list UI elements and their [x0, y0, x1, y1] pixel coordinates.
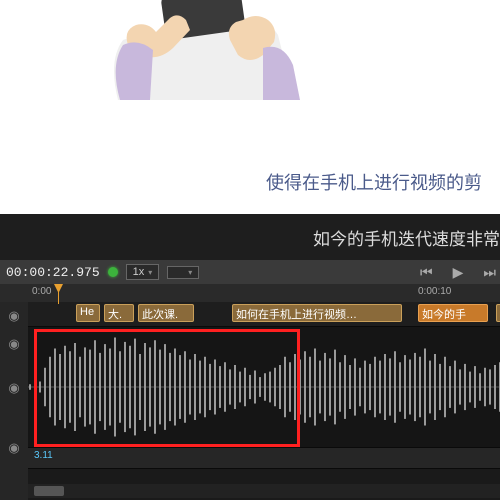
- audio-waveform[interactable]: [28, 327, 500, 447]
- ruler-tick: 0:00:10: [418, 286, 451, 297]
- marker-label: 3.11: [34, 450, 53, 461]
- subtitle-clip[interactable]: He: [76, 304, 100, 322]
- preview-panel: 使得在手机上进行视频的剪: [0, 0, 500, 214]
- timeline-ruler[interactable]: 0:00 0:00:10: [0, 284, 500, 303]
- track-visibility-icon[interactable]: ◉: [0, 330, 28, 358]
- prev-button[interactable]: ⏮: [420, 264, 433, 281]
- video-frame-illustration: [68, 0, 328, 100]
- audio-track[interactable]: [28, 327, 500, 448]
- track-visibility-icon[interactable]: ◉: [0, 358, 28, 418]
- caption-text: 如今的手机迭代速度非常: [313, 225, 500, 250]
- playback-controls: ⏮ ▶ ⏭: [420, 260, 496, 284]
- track-visibility-icon[interactable]: ◉: [0, 302, 28, 330]
- playhead-icon[interactable]: [58, 286, 59, 304]
- mode-selector[interactable]: ▾: [167, 266, 199, 279]
- transport-bar: 00:00:22.975 1x ▾ ▾ ⏮ ▶ ⏭: [0, 260, 500, 284]
- timecode-display: 00:00:22.975: [0, 265, 100, 280]
- marker-track[interactable]: 3.11: [28, 448, 500, 469]
- chevron-down-icon: ▾: [188, 268, 192, 277]
- track-headers: ◉ ◉ ◉ ◉: [0, 302, 28, 500]
- chevron-down-icon: ▾: [148, 268, 152, 277]
- track-visibility-icon[interactable]: ◉: [0, 418, 28, 478]
- caption-line: 如今的手机迭代速度非常: [0, 225, 500, 255]
- next-button[interactable]: ⏭: [483, 264, 496, 281]
- subtitle-clip[interactable]: 如何在手机上进行视频…: [232, 304, 402, 322]
- timeline-panel: 0:00 0:00:10 ◉ ◉ ◉ ◉ He大.此次课. 如何在手机上进行视频……: [0, 284, 500, 500]
- speed-value: 1x: [133, 266, 145, 278]
- timeline-scrollbar[interactable]: [28, 484, 500, 498]
- preview-subtitle: 使得在手机上进行视频的剪: [266, 169, 482, 195]
- video-track[interactable]: He大.此次课. 如何在手机上进行视频… 如今的手现在: [28, 302, 500, 327]
- subtitle-clip[interactable]: 现在: [496, 304, 500, 322]
- record-indicator-icon[interactable]: [108, 267, 118, 277]
- scrollbar-thumb[interactable]: [34, 486, 64, 496]
- ruler-tick: 0:00: [32, 286, 51, 297]
- tracks-container: He大.此次课. 如何在手机上进行视频… 如今的手现在 3.11: [28, 302, 500, 480]
- subtitle-clip[interactable]: 如今的手: [418, 304, 488, 322]
- play-button[interactable]: ▶: [453, 264, 464, 281]
- playback-speed-selector[interactable]: 1x ▾: [126, 264, 160, 280]
- subtitle-clip[interactable]: 大.: [104, 304, 134, 322]
- subtitle-clip[interactable]: 此次课.: [138, 304, 194, 322]
- preview-video[interactable]: 使得在手机上进行视频的剪: [8, 0, 492, 205]
